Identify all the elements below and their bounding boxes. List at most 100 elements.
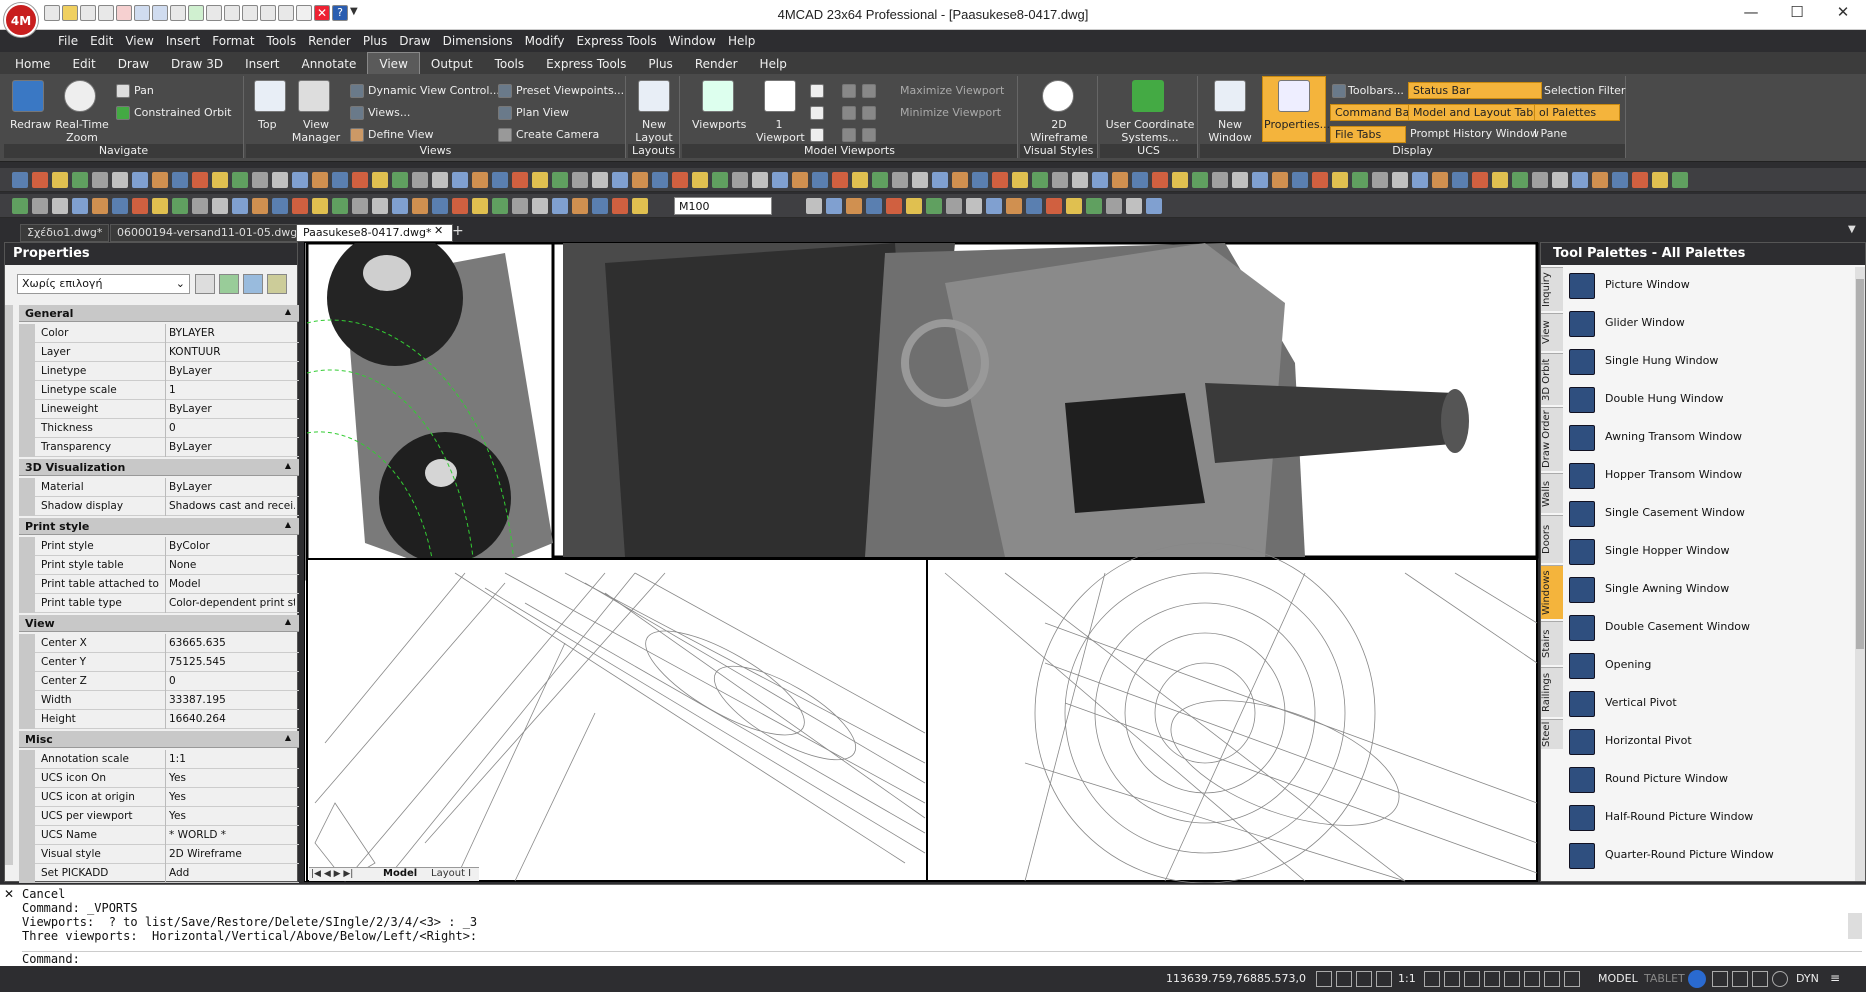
settings-gear-icon[interactable] [1688,970,1706,988]
toolbar-tool-icon[interactable] [372,172,388,188]
toolbar-tool-icon[interactable] [612,172,628,188]
palette-tab-windows[interactable]: Windows [1541,565,1563,619]
property-value[interactable]: None [169,559,295,571]
palette-tab-doors[interactable]: Doors [1541,515,1563,563]
toolbar-tool-icon[interactable] [892,172,908,188]
three-viewport-icon[interactable] [810,106,824,120]
drawing-area[interactable]: |◀ ◀ ▶ ▶| Model Layout I [304,230,1539,884]
print-icon[interactable] [296,5,312,21]
model-layout-tabs-button[interactable]: Model and Layout Tabs [1408,104,1544,121]
layout-tab-model[interactable]: Model [383,868,417,879]
preset-viewpoints-button[interactable]: Preset Viewpoints... [516,84,624,97]
tab-draw[interactable]: Draw [107,53,160,75]
toolbar-tool-icon[interactable] [172,198,188,214]
property-row[interactable]: Print style ByColor [19,537,299,556]
command-window[interactable]: ✕ Cancel Command: _VPORTS Viewports: ? t… [0,884,1866,966]
toolbar-tool-icon[interactable] [1212,172,1228,188]
properties-icon[interactable] [1278,80,1310,112]
polar-icon[interactable] [1376,971,1392,987]
toolbar-tool-icon[interactable] [1032,172,1048,188]
collapse-icon[interactable]: ▲ [285,617,291,626]
doc-tab-3[interactable]: Paasukese8-0417.dwg* [296,224,453,242]
menu-express-tools[interactable]: Express Tools [570,30,662,52]
toolbar-tool-icon[interactable] [392,172,408,188]
lineweight-icon[interactable] [1444,971,1460,987]
toolbar-tool-icon[interactable] [1592,172,1608,188]
top-view-icon[interactable] [254,80,286,112]
app-logo[interactable]: 4M [4,3,38,37]
toolbar-tool-icon[interactable] [812,172,828,188]
toolbar-tool-icon[interactable] [1046,198,1062,214]
dynamic-ucs-icon[interactable] [1484,971,1500,987]
toolbar-tool-icon[interactable] [1172,172,1188,188]
toolbar-tool-icon[interactable] [592,172,608,188]
ucs-systems-button[interactable]: User Coordinate Systems... [1104,118,1196,144]
new-layout-icon[interactable] [638,80,670,112]
tab-tools[interactable]: Tools [484,53,536,75]
toolbar-tool-icon[interactable] [132,172,148,188]
palette-item[interactable]: Picture Window [1569,269,1859,301]
shade-icon[interactable] [242,5,258,21]
toolbar-tool-icon[interactable] [1066,198,1082,214]
toolbar-tool-icon[interactable] [392,198,408,214]
property-row[interactable]: Print table attached to Model [19,575,299,594]
tool-palettes-button[interactable]: ol Palettes [1534,104,1620,121]
property-row[interactable]: Linetype scale 1 [19,381,299,400]
toolbar-tool-icon[interactable] [1006,198,1022,214]
property-value[interactable]: ByColor [169,540,295,552]
tab-home[interactable]: Home [4,53,61,75]
property-row[interactable]: Print style table None [19,556,299,575]
pan-button[interactable]: Pan [134,84,154,97]
tab-help[interactable]: Help [749,53,798,75]
scale-combo[interactable]: M100 [674,197,772,215]
toolbar-tool-icon[interactable] [952,172,968,188]
toolbar-tool-icon[interactable] [552,172,568,188]
toolbar-tool-icon[interactable] [252,172,268,188]
toolbar-tool-icon[interactable] [472,172,488,188]
toolbar-tool-icon[interactable] [32,198,48,214]
property-value[interactable]: Yes [169,810,295,822]
palette-tab-view[interactable]: View [1541,313,1563,351]
toolbar-tool-icon[interactable] [72,172,88,188]
palette-item[interactable]: Single Hopper Window [1569,535,1859,567]
palette-tab-stairs[interactable]: Stairs [1541,621,1563,665]
prop-section-header[interactable]: 3D Visualization ▲ [19,459,299,476]
property-value[interactable]: Yes [169,772,295,784]
model-toggle[interactable]: MODEL [1598,972,1638,985]
menu-tools[interactable]: Tools [261,30,303,52]
wireframe-button[interactable]: 2D Wireframe [1026,118,1092,144]
toolbar-tool-icon[interactable] [1532,172,1548,188]
select-objects-icon[interactable] [219,274,239,294]
clean-screen-icon[interactable] [1772,971,1788,987]
property-value[interactable]: 0 [169,675,295,687]
toolbar-tool-icon[interactable] [452,198,468,214]
toolbar-tool-icon[interactable] [52,198,68,214]
toolbar-tool-icon[interactable] [1152,172,1168,188]
toolbar-tool-icon[interactable] [1272,172,1288,188]
property-row[interactable]: UCS icon On Yes [19,769,299,788]
tab-output[interactable]: Output [420,53,484,75]
collapse-icon[interactable]: ▲ [285,307,291,316]
minimize-viewport-button[interactable]: Minimize Viewport [900,106,1001,119]
plan-view-button[interactable]: Plan View [516,106,569,119]
workspace-icon[interactable] [1712,971,1728,987]
toolbar-tool-icon[interactable] [152,198,168,214]
toolbar-tool-icon[interactable] [12,172,28,188]
toolbar-tool-icon[interactable] [32,172,48,188]
toolbar-tool-icon[interactable] [932,172,948,188]
toolbar-tool-icon[interactable] [192,172,208,188]
ucs-axes-icon[interactable] [1132,80,1164,112]
property-value[interactable]: 16640.264 [169,713,295,725]
toolbar-tool-icon[interactable] [912,172,928,188]
menu-window[interactable]: Window [663,30,722,52]
toolbar-tool-icon[interactable] [492,172,508,188]
toolbar-tool-icon[interactable] [52,172,68,188]
toolbar-tool-icon[interactable] [212,198,228,214]
layout-tab-1[interactable]: Layout I [431,868,471,879]
toolbar-tool-icon[interactable] [92,198,108,214]
new-window-button[interactable]: New Window [1206,118,1254,144]
crosshair-icon[interactable] [1544,971,1560,987]
toolbar-tool-icon[interactable] [986,198,1002,214]
help-icon[interactable]: ? [332,5,348,21]
property-value[interactable]: BYLAYER [169,327,295,339]
